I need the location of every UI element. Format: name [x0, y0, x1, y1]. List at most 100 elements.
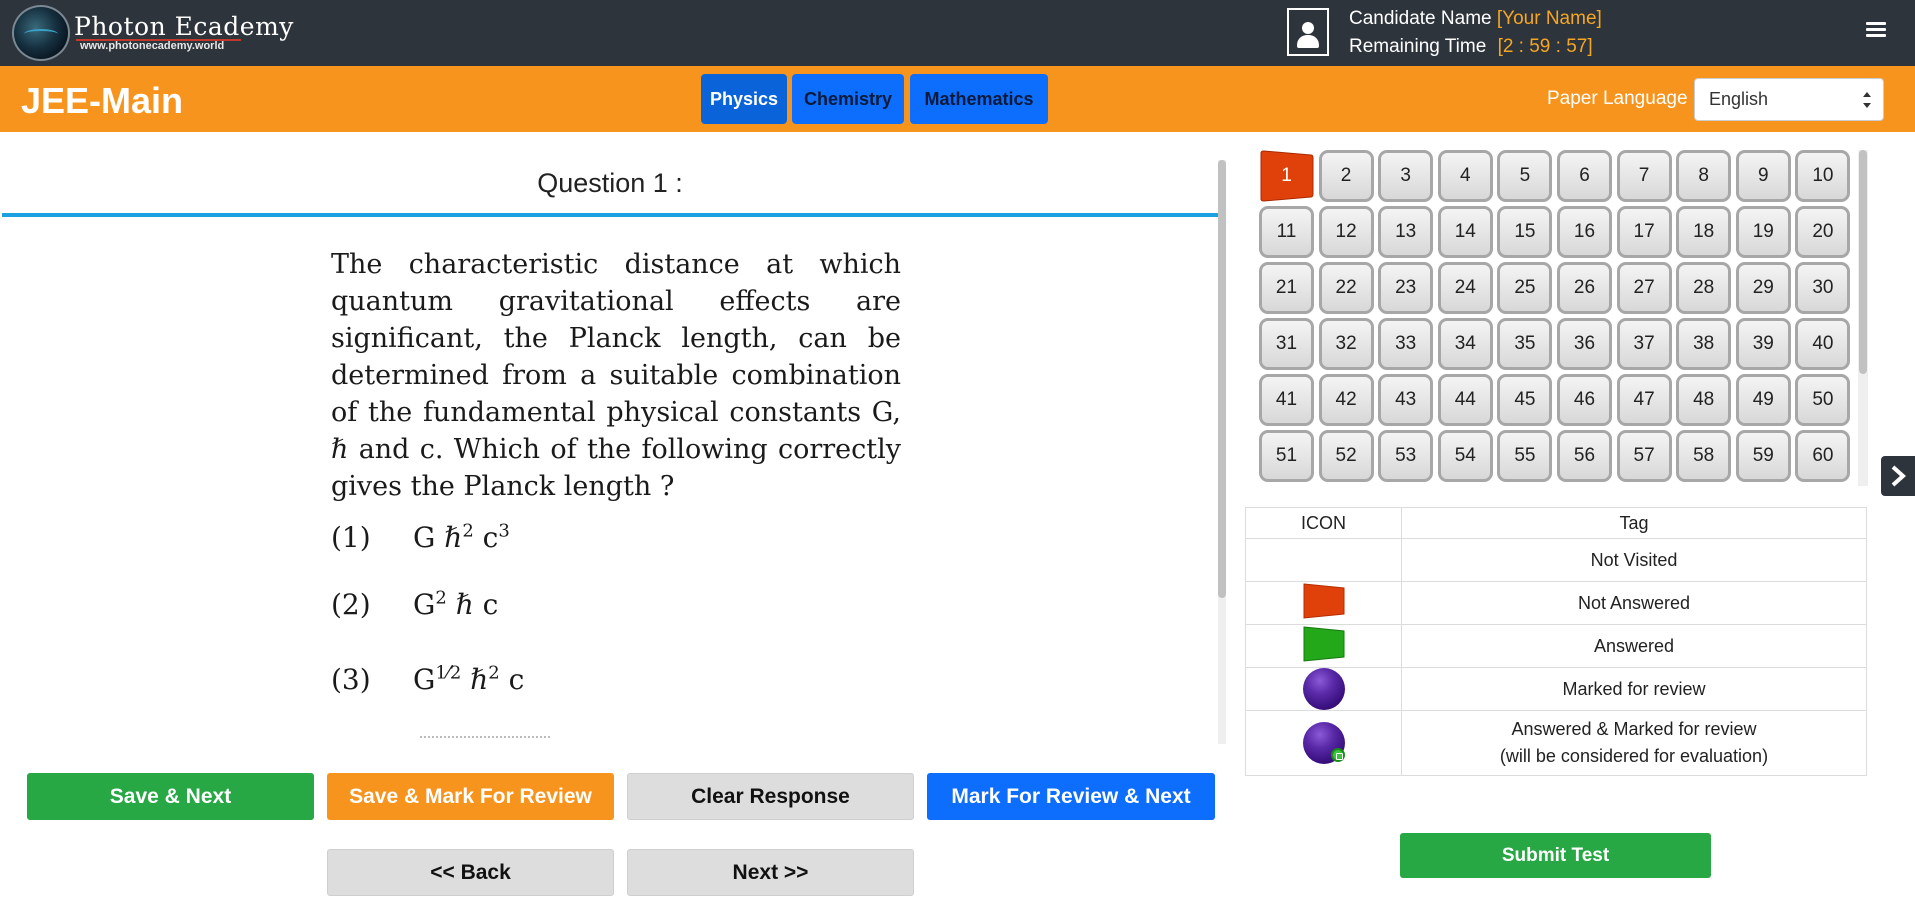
- palette-question-30[interactable]: 30: [1795, 262, 1851, 314]
- palette-question-2[interactable]: 2: [1318, 150, 1374, 202]
- palette-question-41[interactable]: 41: [1259, 374, 1314, 426]
- palette-question-8[interactable]: 8: [1676, 150, 1732, 202]
- palette-question-21[interactable]: 21: [1259, 262, 1314, 314]
- tab-physics[interactable]: Physics: [701, 74, 787, 124]
- palette-question-58[interactable]: 58: [1676, 430, 1732, 482]
- palette-question-37[interactable]: 37: [1616, 318, 1672, 370]
- palette-question-29[interactable]: 29: [1735, 262, 1791, 314]
- option-2[interactable]: (2) G2 ℏ c: [331, 588, 498, 621]
- palette-question-51[interactable]: 51: [1259, 430, 1314, 482]
- option-1[interactable]: (1) G ℏ2 c3: [331, 521, 510, 554]
- palette-question-47[interactable]: 47: [1616, 374, 1672, 426]
- palette-question-44[interactable]: 44: [1437, 374, 1493, 426]
- hamburger-menu-icon[interactable]: [1866, 22, 1886, 38]
- palette-scrollbar[interactable]: [1858, 150, 1868, 486]
- question-divider: [2, 213, 1218, 217]
- palette-question-55[interactable]: 55: [1497, 430, 1553, 482]
- paper-language-select[interactable]: English: [1694, 78, 1884, 121]
- palette-question-39[interactable]: 39: [1735, 318, 1791, 370]
- tab-chemistry[interactable]: Chemistry: [792, 74, 904, 124]
- palette-question-33[interactable]: 33: [1378, 318, 1434, 370]
- save-mark-review-button[interactable]: Save & Mark For Review: [327, 773, 614, 820]
- palette-question-15[interactable]: 15: [1497, 206, 1553, 258]
- palette-question-26[interactable]: 26: [1557, 262, 1612, 314]
- palette-question-50[interactable]: 50: [1795, 374, 1851, 426]
- palette-question-53[interactable]: 53: [1378, 430, 1434, 482]
- palette-question-25[interactable]: 25: [1497, 262, 1553, 314]
- palette-question-6[interactable]: 6: [1557, 150, 1612, 202]
- palette-question-36[interactable]: 36: [1557, 318, 1612, 370]
- palette-question-40[interactable]: 40: [1795, 318, 1851, 370]
- palette-question-49[interactable]: 49: [1735, 374, 1791, 426]
- palette-question-42[interactable]: 42: [1318, 374, 1374, 426]
- palette-question-12[interactable]: 12: [1318, 206, 1374, 258]
- palette-question-5[interactable]: 5: [1497, 150, 1553, 202]
- option-2-formula: G2 ℏ c: [413, 588, 499, 622]
- palette-question-14[interactable]: 14: [1437, 206, 1493, 258]
- save-next-button[interactable]: Save & Next: [27, 773, 314, 820]
- panel-toggle-chevron-right-icon[interactable]: [1881, 456, 1915, 496]
- tab-mathematics[interactable]: Mathematics: [910, 74, 1048, 124]
- palette-question-48[interactable]: 48: [1676, 374, 1732, 426]
- legend-answered-marked-label: Answered & Marked for review: [1511, 719, 1757, 739]
- palette-question-4[interactable]: 4: [1437, 150, 1493, 202]
- exam-bar: JEE-Main Physics Chemistry Mathematics P…: [0, 66, 1915, 132]
- question-title: Question 1 :: [537, 168, 683, 198]
- palette-question-23[interactable]: 23: [1378, 262, 1434, 314]
- palette-question-31[interactable]: 31: [1259, 318, 1314, 370]
- option-3[interactable]: (3) G1⁄2 ℏ2 c: [331, 663, 524, 696]
- palette-question-43[interactable]: 43: [1378, 374, 1434, 426]
- palette-question-27[interactable]: 27: [1616, 262, 1672, 314]
- submit-test-button[interactable]: Submit Test: [1400, 833, 1711, 878]
- answered-flag-icon: [1245, 624, 1402, 668]
- legend-marked-review-label: Marked for review: [1401, 667, 1867, 711]
- next-button[interactable]: Next >>: [627, 849, 914, 896]
- palette-question-45[interactable]: 45: [1497, 374, 1553, 426]
- palette-question-24[interactable]: 24: [1437, 262, 1493, 314]
- palette-question-59[interactable]: 59: [1735, 430, 1791, 482]
- mark-review-next-button[interactable]: Mark For Review & Next: [927, 773, 1215, 820]
- status-legend-table: ICON Tag Not Visited Not Answered Answer…: [1245, 507, 1867, 776]
- palette-question-54[interactable]: 54: [1437, 430, 1493, 482]
- legend-answered-label: Answered: [1401, 624, 1867, 668]
- candidate-name-line: Candidate Name [Your Name]: [1349, 8, 1602, 30]
- back-button[interactable]: << Back: [327, 849, 614, 896]
- option-3-number: (3): [331, 663, 371, 697]
- remaining-time-label: Remaining Time: [1349, 36, 1487, 57]
- palette-question-16[interactable]: 16: [1557, 206, 1612, 258]
- legend-not-visited-label: Not Visited: [1401, 538, 1867, 582]
- palette-question-18[interactable]: 18: [1676, 206, 1732, 258]
- palette-question-10[interactable]: 10: [1795, 150, 1851, 202]
- palette-question-9[interactable]: 9: [1735, 150, 1791, 202]
- legend-answered-marked-cell: Answered & Marked for review (will be co…: [1401, 710, 1867, 776]
- marked-review-sphere-icon: [1245, 667, 1402, 711]
- remaining-time-value: [2 : 59 : 57]: [1497, 36, 1593, 57]
- palette-question-52[interactable]: 52: [1318, 430, 1374, 482]
- palette-question-17[interactable]: 17: [1616, 206, 1672, 258]
- palette-question-19[interactable]: 19: [1735, 206, 1791, 258]
- palette-question-35[interactable]: 35: [1497, 318, 1553, 370]
- palette-question-11[interactable]: 11: [1259, 206, 1314, 258]
- question-scrollbar[interactable]: [1218, 160, 1226, 744]
- palette-question-34[interactable]: 34: [1437, 318, 1493, 370]
- legend-not-answered-label: Not Answered: [1401, 581, 1867, 625]
- palette-question-3[interactable]: 3: [1378, 150, 1434, 202]
- palette-question-56[interactable]: 56: [1557, 430, 1612, 482]
- option-1-number: (1): [331, 521, 371, 555]
- palette-question-13[interactable]: 13: [1378, 206, 1434, 258]
- palette-question-7[interactable]: 7: [1616, 150, 1672, 202]
- legend-answered-marked-note: (will be considered for evaluation): [1499, 746, 1769, 766]
- legend-header-icon: ICON: [1245, 507, 1402, 539]
- palette-question-20[interactable]: 20: [1795, 206, 1851, 258]
- palette-question-28[interactable]: 28: [1676, 262, 1732, 314]
- palette-question-1[interactable]: 1: [1259, 150, 1314, 202]
- candidate-name-value: [Your Name]: [1496, 8, 1602, 29]
- clear-response-button[interactable]: Clear Response: [627, 773, 914, 820]
- palette-question-46[interactable]: 46: [1557, 374, 1612, 426]
- palette-question-60[interactable]: 60: [1795, 430, 1851, 482]
- palette-question-22[interactable]: 22: [1318, 262, 1374, 314]
- palette-question-57[interactable]: 57: [1616, 430, 1672, 482]
- legend-not-visited-icon-cell: [1245, 538, 1402, 582]
- palette-question-32[interactable]: 32: [1318, 318, 1374, 370]
- palette-question-38[interactable]: 38: [1676, 318, 1732, 370]
